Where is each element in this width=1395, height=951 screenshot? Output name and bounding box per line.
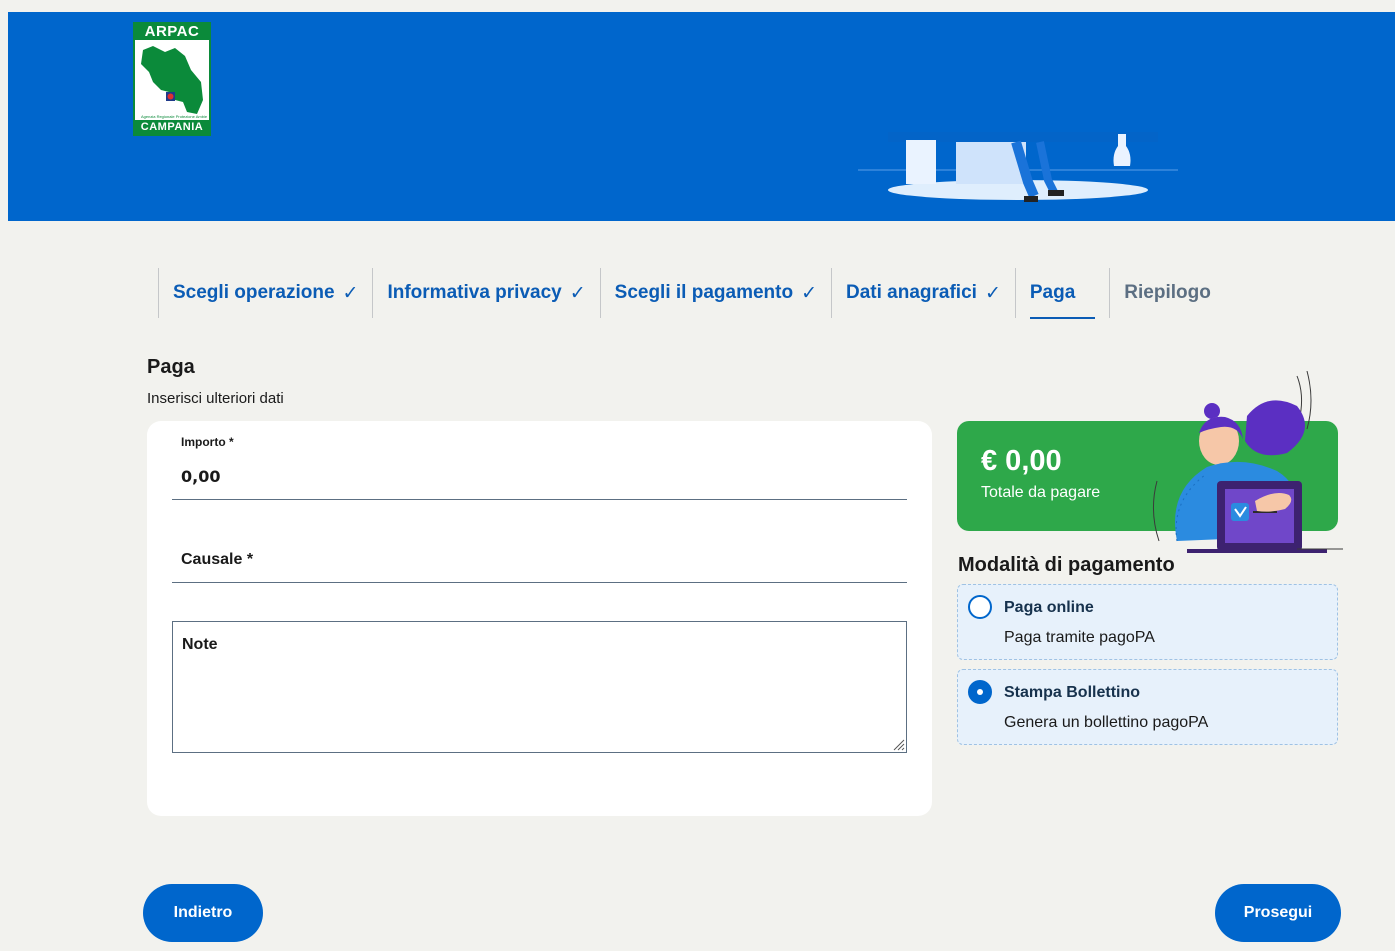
importo-label: Importo * <box>181 435 234 449</box>
next-button[interactable]: Prosegui <box>1215 884 1341 942</box>
hero-illustration <box>858 132 1178 202</box>
resize-handle-icon[interactable] <box>891 737 905 751</box>
step-label: Informativa privacy <box>387 282 562 303</box>
campania-map-icon: Agenzia Regionale Protezione Ambientale <box>141 46 207 119</box>
step-label: Scegli operazione <box>173 282 335 303</box>
step-scegli-pagamento[interactable]: Scegli il pagamento ✓ <box>599 268 831 318</box>
check-icon: ✓ <box>801 282 817 304</box>
step-label: Scegli il pagamento <box>614 282 794 303</box>
progress-stepper: Scegli operazione ✓ Informativa privacy … <box>158 268 1225 319</box>
step-label: Paga <box>1029 282 1076 303</box>
arpac-logo[interactable]: ARPAC Agenzia Regionale Protezione Ambie… <box>133 22 211 136</box>
logo-top-text: ARPAC <box>135 24 209 40</box>
note-textarea[interactable]: Note <box>172 621 907 753</box>
logo-bottom-text: CAMPANIA <box>135 120 209 134</box>
payment-method-title: Modalità di pagamento <box>958 554 1175 576</box>
total-label: Totale da pagare <box>981 484 1101 501</box>
causale-field[interactable]: Causale * <box>172 541 907 583</box>
total-card: € 0,00 Totale da pagare <box>957 371 1343 553</box>
total-amount: € 0,00 <box>981 445 1062 477</box>
payment-form-card: Importo * 0,00 Causale * Note <box>147 421 932 816</box>
option-stampa-bollettino[interactable]: Stampa Bollettino Genera un bollettino p… <box>957 669 1338 745</box>
page-title: Paga <box>147 356 195 378</box>
check-icon: ✓ <box>342 282 359 304</box>
step-paga[interactable]: Paga <box>1014 268 1109 319</box>
woman-laptop-illustration <box>1153 371 1343 553</box>
radio-unchecked-icon[interactable] <box>968 595 992 619</box>
step-scegli-operazione[interactable]: Scegli operazione ✓ <box>158 268 372 318</box>
step-informativa-privacy[interactable]: Informativa privacy ✓ <box>372 268 599 318</box>
back-button[interactable]: Indietro <box>143 884 263 942</box>
causale-label: Causale * <box>181 551 254 568</box>
step-riepilogo: Riepilogo <box>1109 268 1225 318</box>
check-icon: ✓ <box>984 282 1001 304</box>
check-icon: ✓ <box>569 282 586 304</box>
page-subtitle: Inserisci ulteriori dati <box>147 390 284 407</box>
importo-value[interactable]: 0,00 <box>181 467 220 486</box>
option-description: Paga tramite pagoPA <box>1004 629 1155 646</box>
option-description: Genera un bollettino pagoPA <box>1004 714 1209 731</box>
radio-checked-icon[interactable] <box>968 680 992 704</box>
note-label: Note <box>182 636 218 653</box>
option-title: Stampa Bollettino <box>1004 684 1141 701</box>
step-label: Dati anagrafici <box>846 282 977 303</box>
step-label: Riepilogo <box>1124 282 1211 303</box>
svg-text:Agenzia Regionale Protezione A: Agenzia Regionale Protezione Ambientale <box>141 114 207 119</box>
step-dati-anagrafici[interactable]: Dati anagrafici ✓ <box>831 268 1015 318</box>
importo-field[interactable]: Importo * 0,00 <box>172 433 907 500</box>
site-header: ARPAC Agenzia Regionale Protezione Ambie… <box>8 12 1395 221</box>
option-title: Paga online <box>1004 599 1094 616</box>
option-paga-online[interactable]: Paga online Paga tramite pagoPA <box>957 584 1338 660</box>
